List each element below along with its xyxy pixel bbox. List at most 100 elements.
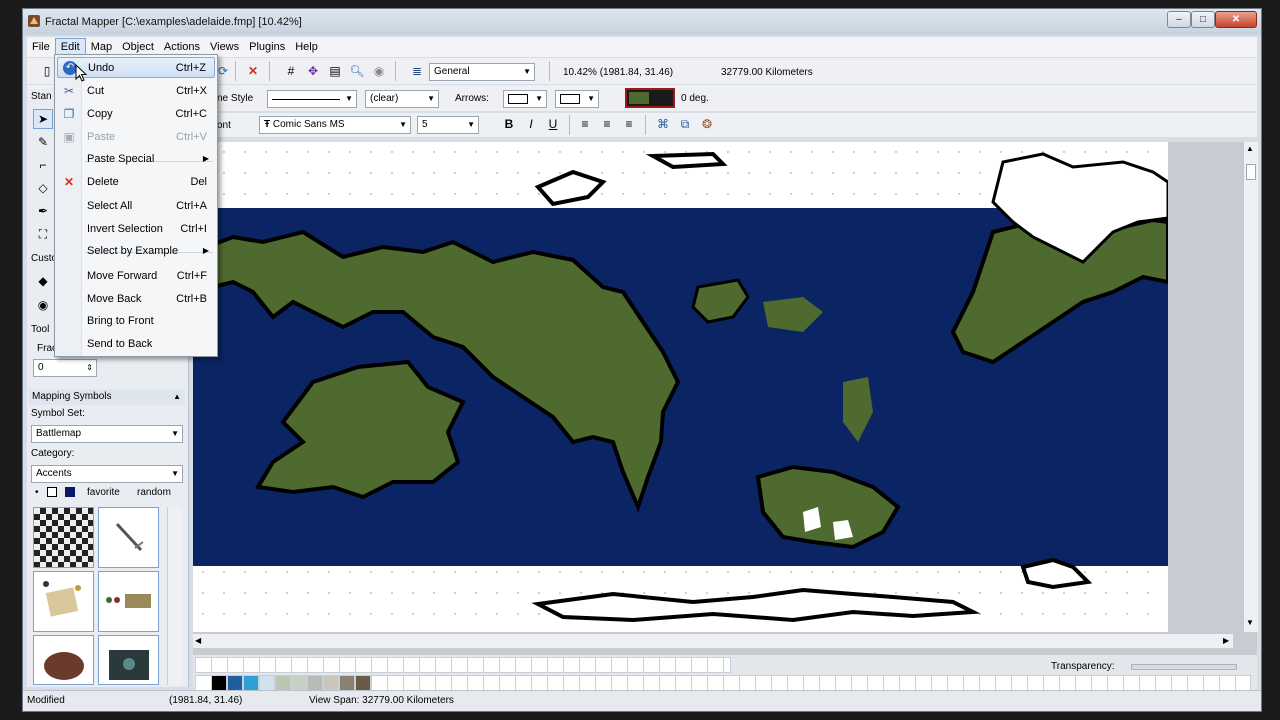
close-button[interactable]: ✕: [1215, 11, 1257, 28]
menu-plugins[interactable]: Plugins: [244, 38, 290, 56]
small-symbol-toggle[interactable]: [47, 487, 57, 497]
palette-swatch[interactable]: [355, 675, 371, 691]
world-map[interactable]: [191, 142, 1170, 632]
palette-swatch[interactable]: [259, 675, 275, 691]
palette-row-top[interactable]: [195, 657, 731, 673]
map-canvas[interactable]: [191, 142, 1170, 632]
symbols-scrollbar[interactable]: [167, 507, 182, 685]
palette-swatch[interactable]: [227, 675, 243, 691]
align-center-icon[interactable]: ≡: [599, 116, 615, 132]
transparency-slider[interactable]: [1131, 664, 1237, 670]
pencil-tool[interactable]: ✎: [33, 132, 53, 152]
fill-select[interactable]: (clear) ▼: [365, 90, 439, 108]
italic-button[interactable]: I: [523, 116, 539, 132]
standard-tools-label: Stan: [31, 91, 52, 102]
symbol-scroll[interactable]: [33, 571, 94, 632]
fill-tool[interactable]: ⛶: [33, 224, 53, 244]
menu-item-paste-special[interactable]: Paste Special ▶: [57, 149, 215, 170]
layer-select[interactable]: General ▼: [429, 63, 535, 81]
arrow-start-preview: [508, 94, 528, 104]
layers-icon[interactable]: ≣: [409, 63, 425, 79]
text-frame-icon[interactable]: ⧉: [677, 116, 693, 132]
horizontal-scrollbar[interactable]: ◀ ▶: [193, 634, 1233, 648]
text-path-icon[interactable]: ⌘: [655, 116, 671, 132]
menu-item-move-forward[interactable]: Move Forward Ctrl+F: [57, 266, 215, 287]
vertical-scrollbar[interactable]: ▲ ▼: [1243, 142, 1258, 632]
fractal-value-field[interactable]: 0 ⇕: [33, 359, 97, 377]
zoom-icon[interactable]: 🔍︎: [349, 63, 365, 79]
arrow-start-select[interactable]: ▼: [503, 90, 547, 108]
menu-item-invert-selection[interactable]: Invert Selection Ctrl+I: [57, 219, 215, 240]
menu-item-cut[interactable]: ✂ Cut Ctrl+X: [57, 81, 215, 102]
menu-item-select-all[interactable]: Select All Ctrl+A: [57, 196, 215, 217]
font-select[interactable]: Ŧ Comic Sans MS ▼: [259, 116, 411, 134]
pen-tool[interactable]: ✒: [33, 201, 53, 221]
palette-swatch[interactable]: [275, 675, 291, 691]
paste-icon: ▣: [63, 130, 75, 144]
maximize-button[interactable]: □: [1191, 11, 1215, 28]
menu-item-bring-to-front[interactable]: Bring to Front: [57, 311, 215, 332]
large-symbol-toggle[interactable]: [65, 487, 75, 497]
symbol-set-value: Battlemap: [36, 428, 82, 439]
map-view[interactable]: ▲ ▼ ◀ ▶: [191, 142, 1258, 660]
line-style-select[interactable]: ▼: [267, 90, 357, 108]
symbol-checkerboard[interactable]: [33, 507, 94, 568]
palette-swatch[interactable]: [307, 675, 323, 691]
symbol-sword[interactable]: [98, 507, 159, 568]
stamp-tool[interactable]: ◆: [33, 271, 53, 291]
move-icon[interactable]: ✥: [305, 63, 321, 79]
grid-icon[interactable]: #: [283, 63, 299, 79]
fill-select-value: (clear): [370, 93, 399, 104]
symbol-satchel[interactable]: [33, 635, 94, 685]
delete-icon[interactable]: ✕: [245, 63, 261, 79]
properties-icon[interactable]: ▤: [327, 63, 343, 79]
submenu-arrow-icon: ▶: [202, 246, 209, 255]
palette-swatch[interactable]: [243, 675, 259, 691]
symbol-set-select[interactable]: Battlemap ▼: [31, 425, 183, 443]
scroll-right-icon[interactable]: ▶: [1223, 636, 1229, 645]
point-tool[interactable]: ◉: [33, 295, 53, 315]
bold-button[interactable]: B: [501, 116, 517, 132]
menu-item-send-to-back[interactable]: Send to Back: [57, 334, 215, 355]
select-arrow-tool[interactable]: ➤: [33, 109, 53, 129]
color-swatch-button[interactable]: [625, 88, 675, 108]
title-bar[interactable]: Fractal Mapper [C:\examples\adelaide.fmp…: [23, 9, 1261, 35]
random-link[interactable]: random: [137, 487, 171, 498]
symbol-items[interactable]: [98, 571, 159, 632]
menu-help[interactable]: Help: [290, 38, 323, 56]
menu-item-copy[interactable]: ❐ Copy Ctrl+C: [57, 104, 215, 125]
align-left-icon[interactable]: ≡: [577, 116, 593, 132]
palette-swatch[interactable]: [323, 675, 339, 691]
text-effect-icon[interactable]: ❂: [699, 116, 715, 132]
symbol-chest[interactable]: [98, 635, 159, 685]
eraser-tool[interactable]: ◇: [33, 178, 53, 198]
scroll-down-icon[interactable]: ▼: [1246, 618, 1254, 627]
palette-swatch[interactable]: [211, 675, 227, 691]
menu-file[interactable]: File: [27, 38, 55, 56]
palette-swatch[interactable]: [339, 675, 355, 691]
menu-item-delete[interactable]: ✕ Delete Del: [57, 172, 215, 193]
menu-item-label: Cut: [87, 85, 105, 97]
scroll-up-icon[interactable]: ▲: [1246, 144, 1254, 153]
menu-item-move-back[interactable]: Move Back Ctrl+B: [57, 289, 215, 310]
window-title: Fractal Mapper [C:\examples\adelaide.fmp…: [45, 16, 302, 28]
menu-item-label: Move Forward: [87, 270, 158, 282]
favorite-link[interactable]: favorite: [87, 487, 120, 498]
menu-item-paste[interactable]: ▣ Paste Ctrl+V: [57, 127, 215, 148]
minimize-button[interactable]: –: [1167, 11, 1191, 28]
align-right-icon[interactable]: ≡: [621, 116, 637, 132]
new-file-icon[interactable]: ▯: [39, 63, 55, 79]
underline-button[interactable]: U: [545, 116, 561, 132]
scroll-left-icon[interactable]: ◀: [195, 636, 201, 645]
menu-item-select-by-example[interactable]: Select by Example ▶: [57, 241, 215, 262]
font-size-select[interactable]: 5 ▼: [417, 116, 479, 134]
refresh-icon[interactable]: ◉: [371, 63, 387, 79]
line-tool[interactable]: ⌐: [33, 155, 53, 175]
palette-swatch[interactable]: [291, 675, 307, 691]
category-select[interactable]: Accents ▼: [31, 465, 183, 483]
scissors-icon: ✂: [63, 84, 75, 98]
scroll-thumb[interactable]: [1246, 164, 1256, 180]
color-palette: Transparency:: [193, 655, 1257, 695]
mapping-symbols-header[interactable]: Mapping Symbols ▲: [29, 389, 185, 405]
arrow-end-select[interactable]: ▼: [555, 90, 599, 108]
